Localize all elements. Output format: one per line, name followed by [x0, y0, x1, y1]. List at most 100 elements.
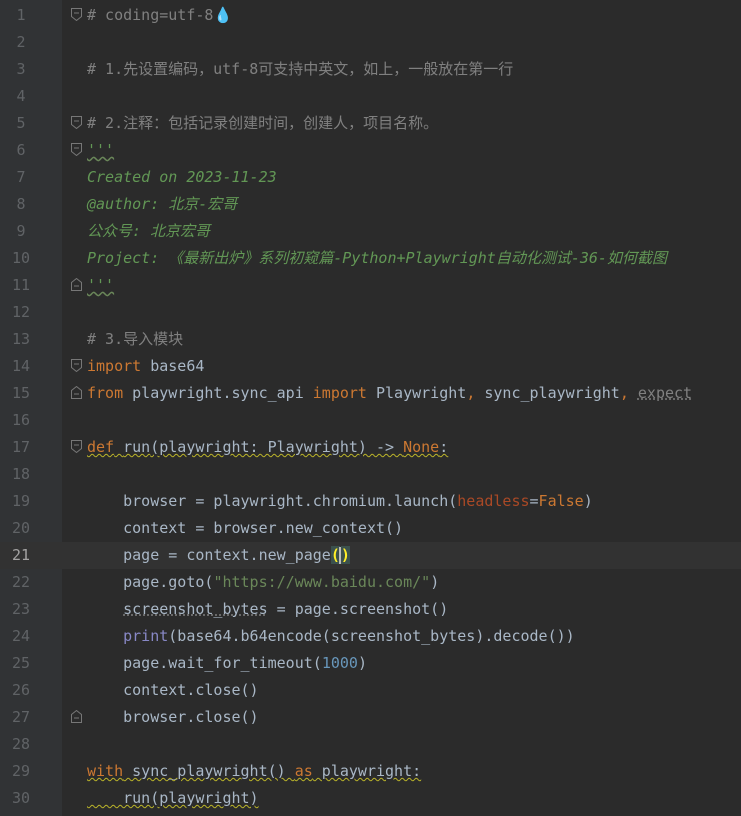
- code-text[interactable]: with sync_playwright() as playwright:: [87, 758, 421, 785]
- code-line[interactable]: 22 page.goto("https://www.baidu.com/"): [0, 569, 741, 596]
- code-token: browser.close(): [87, 708, 259, 726]
- code-line[interactable]: 10 Project: 《最新出炉》系列初窥篇-Python+Playwright…: [0, 245, 741, 272]
- line-number: 11: [11, 276, 31, 294]
- fold-start-icon[interactable]: [71, 359, 82, 372]
- code-line[interactable]: 7 Created on 2023-11-23: [0, 164, 741, 191]
- code-line[interactable]: 9 公众号: 北京宏哥: [0, 218, 741, 245]
- code-line[interactable]: 19 browser = playwright.chromium.launch(…: [0, 488, 741, 515]
- code-token: sync_playwright(): [123, 762, 295, 780]
- code-line[interactable]: 4: [0, 83, 741, 110]
- code-line[interactable]: 16: [0, 407, 741, 434]
- code-text[interactable]: 公众号: 北京宏哥: [87, 218, 210, 245]
- code-text[interactable]: Created on 2023-11-23: [87, 164, 277, 191]
- line-number: 18: [11, 465, 31, 483]
- code-text[interactable]: browser.close(): [87, 704, 259, 731]
- line-number: 10: [11, 249, 31, 267]
- code-text[interactable]: run(playwright): [87, 785, 259, 812]
- code-token: page = context.new_page: [87, 546, 331, 564]
- code-token: context.close(): [87, 681, 259, 699]
- code-line[interactable]: 3 # 1.先设置编码，utf-8可支持中英文，如上，一般放在第一行: [0, 56, 741, 83]
- code-text[interactable]: import base64: [87, 353, 204, 380]
- line-number: 27: [11, 708, 31, 726]
- code-line[interactable]: 28: [0, 731, 741, 758]
- code-text[interactable]: from playwright.sync_api import Playwrig…: [87, 380, 692, 407]
- code-line[interactable]: 6 ''': [0, 137, 741, 164]
- code-line[interactable]: 24 print(base64.b64encode(screenshot_byt…: [0, 623, 741, 650]
- code-line[interactable]: 30 run(playwright): [0, 785, 741, 812]
- fold-end-icon[interactable]: [71, 386, 82, 399]
- code-token: with: [87, 762, 124, 780]
- code-text[interactable]: # 2.注释：包括记录创建时间，创建人，项目名称。: [87, 110, 438, 137]
- code-token: import: [87, 357, 142, 375]
- fold-start-icon[interactable]: [71, 440, 82, 453]
- code-text[interactable]: Project: 《最新出炉》系列初窥篇-Python+Playwright自动…: [87, 245, 667, 272]
- code-token: playwright:: [312, 762, 422, 780]
- code-token: Created on 2023-11-23: [87, 168, 277, 186]
- code-token: base64: [141, 357, 205, 375]
- code-text[interactable]: # coding=utf-8💧: [87, 2, 232, 29]
- line-number: 3: [16, 60, 26, 78]
- code-line[interactable]: 26 context.close(): [0, 677, 741, 704]
- line-number: 28: [11, 735, 31, 753]
- code-text[interactable]: page = context.new_page(): [87, 542, 350, 569]
- code-token: False: [538, 492, 584, 510]
- code-line[interactable]: 12: [0, 299, 741, 326]
- code-line[interactable]: 18: [0, 461, 741, 488]
- code-token: Project: 《最新出炉》系列初窥篇-Python+Playwright自动…: [87, 249, 667, 267]
- code-line[interactable]: 1 # coding=utf-8💧: [0, 2, 741, 29]
- fold-start-icon[interactable]: [71, 143, 82, 156]
- code-token: playwright.sync_api: [123, 384, 313, 402]
- code-line[interactable]: 11 ''': [0, 272, 741, 299]
- code-token: # coding=utf-8: [87, 6, 214, 24]
- code-text[interactable]: print(base64.b64encode(screenshot_bytes)…: [87, 623, 575, 650]
- code-text[interactable]: # 1.先设置编码，utf-8可支持中英文，如上，一般放在第一行: [87, 56, 513, 83]
- code-text[interactable]: browser = playwright.chromium.launch(hea…: [87, 488, 593, 515]
- code-text[interactable]: @author: 北京-宏哥: [87, 191, 237, 218]
- code-line[interactable]: 25 page.wait_for_timeout(1000): [0, 650, 741, 677]
- line-number: 14: [11, 357, 31, 375]
- code-line[interactable]: 20 context = browser.new_context(): [0, 515, 741, 542]
- code-token: ''': [87, 276, 115, 294]
- code-line[interactable]: 13 # 3.导入模块: [0, 326, 741, 353]
- code-line[interactable]: 27 browser.close(): [0, 704, 741, 731]
- code-text[interactable]: def run(playwright: Playwright) -> None:: [87, 434, 448, 461]
- code-text[interactable]: context = browser.new_context(): [87, 515, 403, 542]
- code-token: ): [430, 573, 440, 591]
- fold-start-icon[interactable]: [71, 116, 82, 129]
- code-text[interactable]: page.wait_for_timeout(1000): [87, 650, 367, 677]
- code-line[interactable]: 5 # 2.注释：包括记录创建时间，创建人，项目名称。: [0, 110, 741, 137]
- code-text[interactable]: screenshot_bytes = page.screenshot(): [87, 596, 448, 623]
- fold-end-icon[interactable]: [71, 710, 82, 723]
- code-token: headless: [457, 492, 530, 510]
- code-token: ,: [619, 384, 629, 402]
- line-number: 4: [16, 87, 26, 105]
- code-line[interactable]: 17 def run(playwright: Playwright) -> Non…: [0, 434, 741, 461]
- fold-end-icon[interactable]: [71, 278, 82, 291]
- code-line[interactable]: 23 screenshot_bytes = page.screenshot(): [0, 596, 741, 623]
- line-number: 22: [11, 573, 31, 591]
- code-line[interactable]: 14 import base64: [0, 353, 741, 380]
- code-token: import: [312, 384, 367, 402]
- code-token: run: [123, 438, 151, 456]
- code-token: Playwright: [366, 384, 467, 402]
- code-token: run(playwright): [87, 789, 259, 807]
- code-line[interactable]: 2: [0, 29, 741, 56]
- code-line[interactable]: 15 from playwright.sync_api import Playwr…: [0, 380, 741, 407]
- code-line[interactable]: 29 with sync_playwright() as playwright:: [0, 758, 741, 785]
- code-token: expect: [637, 384, 693, 402]
- code-token: # 2.注释：包括记录创建时间，创建人，项目名称。: [87, 114, 439, 132]
- code-line[interactable]: 8 @author: 北京-宏哥: [0, 191, 741, 218]
- line-number: 2: [16, 33, 26, 51]
- code-line[interactable]: 21 page = context.new_page(): [0, 542, 741, 569]
- code-text[interactable]: # 3.导入模块: [87, 326, 183, 353]
- code-editor[interactable]: 1 # coding=utf-8💧 2 3 # 1.先设置编码，utf-8可支持中英文，…: [0, 0, 741, 816]
- line-number: 21: [11, 546, 31, 564]
- code-text[interactable]: context.close(): [87, 677, 259, 704]
- code-text[interactable]: ''': [87, 272, 114, 299]
- line-number: 25: [11, 654, 31, 672]
- code-text[interactable]: ''': [87, 137, 114, 164]
- fold-start-icon[interactable]: [71, 8, 82, 21]
- code-text[interactable]: page.goto("https://www.baidu.com/"): [87, 569, 439, 596]
